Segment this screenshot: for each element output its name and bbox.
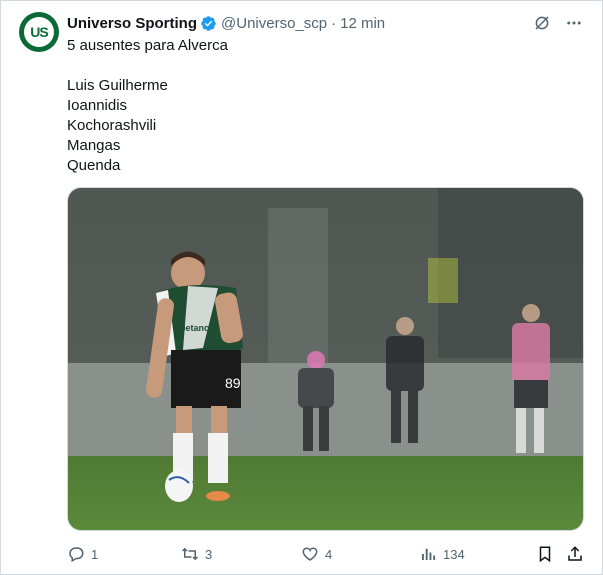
like-button[interactable]: 4 [301, 545, 332, 563]
reply-button[interactable]: 1 [67, 545, 98, 563]
sponsor-text: betano [180, 323, 210, 333]
tweet-text: 5 ausentes para Alverca Luis Guilherme I… [67, 36, 228, 176]
top-actions [532, 13, 584, 33]
grok-icon[interactable] [532, 13, 552, 33]
share-icon [568, 546, 582, 561]
share-button[interactable] [566, 545, 584, 563]
retweet-icon [181, 547, 199, 561]
reply-icon [69, 547, 84, 563]
like-count: 4 [325, 546, 333, 562]
player-name: Ioannidis [67, 97, 128, 114]
retweet-count: 3 [205, 546, 213, 562]
tweet-photo[interactable]: 89 betano [67, 187, 584, 531]
display-name[interactable]: Universo Sporting [67, 15, 197, 32]
action-bar: 1 3 4 134 [67, 545, 584, 565]
player-name: Luis Guilherme [67, 77, 168, 94]
player-name: Quenda [67, 157, 121, 174]
like-icon [302, 547, 318, 561]
soccer-photo: 89 betano [68, 188, 583, 530]
timestamp[interactable]: 12 min [340, 15, 385, 32]
retweet-button[interactable]: 3 [181, 545, 212, 563]
views-button[interactable]: 134 [419, 545, 465, 563]
verified-badge-icon[interactable] [200, 15, 217, 32]
line-break [67, 56, 228, 76]
bookmark-icon [539, 546, 551, 563]
bookmark-button[interactable] [536, 545, 554, 563]
views-icon [422, 548, 436, 560]
more-icon[interactable] [564, 13, 584, 33]
tweet-intro: 5 ausentes para Alverca [67, 37, 228, 54]
player-name: Kochorashvili [67, 117, 157, 134]
avatar-logo: US [24, 17, 54, 47]
reply-count: 1 [91, 546, 99, 562]
tweet-header: Universo Sporting @Universo_scp · 12 min [67, 13, 543, 33]
handle[interactable]: @Universo_scp [221, 15, 327, 32]
views-count: 134 [443, 546, 465, 562]
avatar[interactable]: US [19, 12, 59, 52]
player-name: Mangas [67, 137, 121, 154]
separator: · [331, 14, 337, 32]
jersey-number: 89 [225, 375, 241, 391]
